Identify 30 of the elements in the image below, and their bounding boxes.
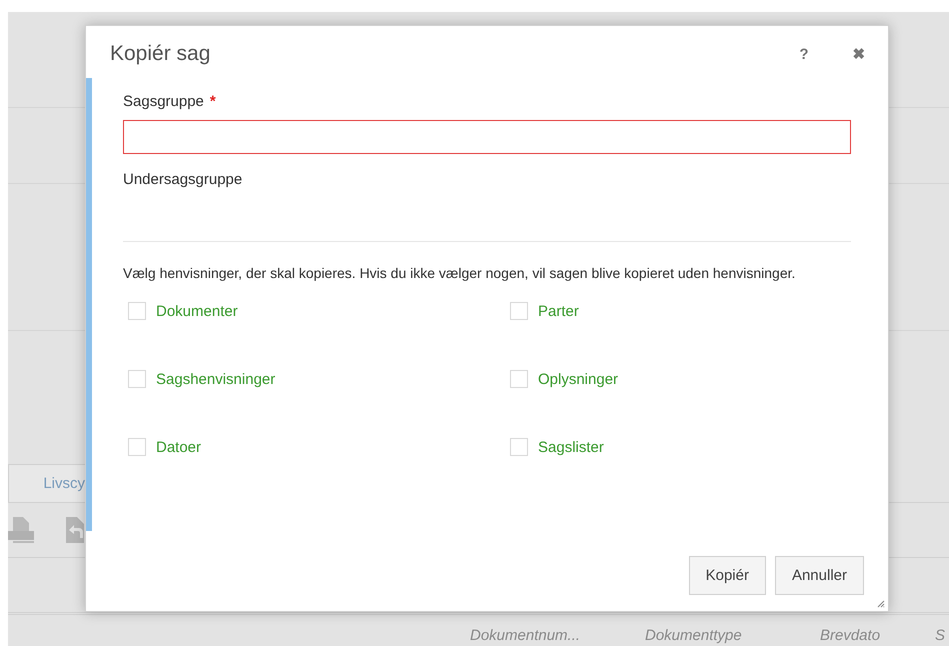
checkbox-label[interactable]: Dokumenter [156,302,238,320]
checkbox[interactable] [510,438,528,456]
help-icon[interactable]: ? [789,46,819,62]
column-header[interactable]: Dokumenttype [645,627,742,644]
column-header[interactable]: Brevdato [820,627,880,644]
field-label: Sagsgruppe [123,92,204,110]
dialog-button[interactable]: Annuller [774,556,864,595]
required-mark: * [210,92,216,110]
dialog-button[interactable]: Kopiér [688,556,766,595]
column-header[interactable]: S [935,627,946,644]
field-label: Undersagsgruppe [123,170,242,188]
instruction-text: Vælg henvisninger, der skal kopieres. Hvis du ikke vælger nogen, vil sagen blive kopieret uden henvisninger. [123,264,796,283]
pdf-document-icon[interactable] [8,517,34,543]
tab[interactable]: Livscy [8,464,88,502]
checkbox[interactable] [128,302,146,320]
checkbox[interactable] [128,438,146,456]
text-field[interactable] [123,120,851,154]
checkbox[interactable] [128,370,146,388]
checkbox-label[interactable]: Sagslister [538,438,604,456]
column-header[interactable]: Dokumentnum... [470,627,580,644]
checkbox-label[interactable]: Sagshenvisninger [156,370,276,388]
dialog-title: Kopiér sag [110,42,212,66]
checkbox[interactable] [510,302,528,320]
close-icon[interactable]: ✖ [844,45,874,63]
checkbox[interactable] [510,370,528,388]
checkbox-label[interactable]: Oplysninger [538,370,618,388]
checkbox-label[interactable]: Datoer [156,438,202,456]
reply-document-icon[interactable] [64,517,86,543]
resize-grip-icon[interactable] [877,600,885,608]
checkbox-label[interactable]: Parter [538,302,579,320]
